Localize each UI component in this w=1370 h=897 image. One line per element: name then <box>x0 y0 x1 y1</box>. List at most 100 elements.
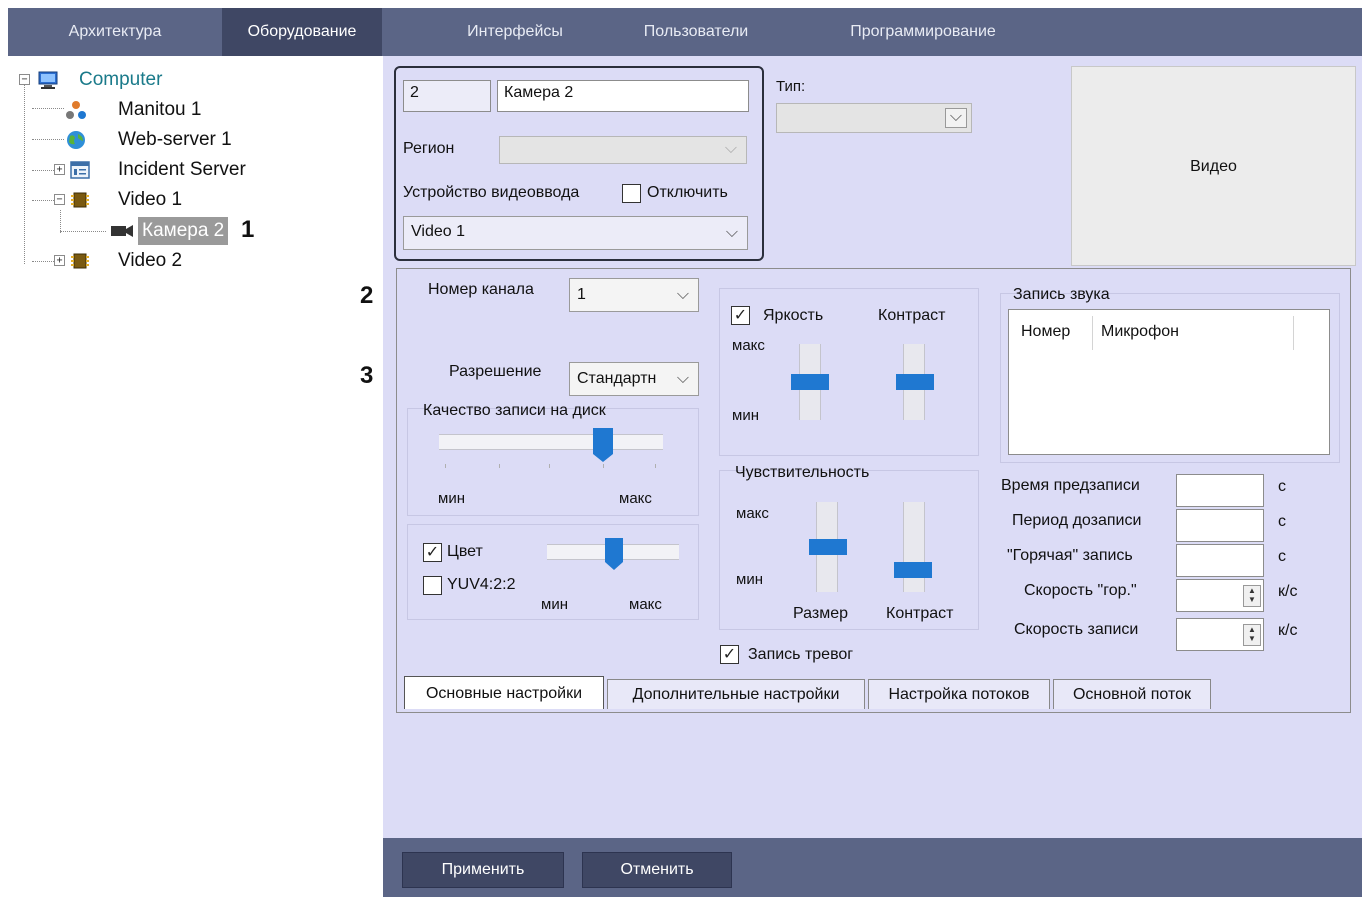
sensitivity-contrast-slider-track[interactable] <box>903 502 925 592</box>
contrast-label: Контраст <box>878 307 946 324</box>
quality-max-label: макс <box>619 490 652 507</box>
record-speed-stepper[interactable]: ▲ ▼ <box>1243 624 1261 646</box>
hot-record-label: "Горячая" запись <box>1007 547 1133 564</box>
nav-tab-interfaces[interactable]: Интерфейсы <box>420 8 610 56</box>
nav-tab-programming[interactable]: Программирование <box>818 8 1028 56</box>
hardware-tree: − Computer Manitou 1 Web-server 1 + Inci… <box>8 56 383 897</box>
device-id-field[interactable]: 2 <box>403 80 491 112</box>
nav-tab-users[interactable]: Пользователи <box>610 8 782 56</box>
prerecord-unit: с <box>1278 478 1286 495</box>
brightness-max-label: макс <box>732 337 765 354</box>
video-button-label: Видео <box>1190 158 1237 175</box>
color-checkbox[interactable]: ✓ <box>423 543 442 562</box>
hot-speed-stepper[interactable]: ▲ ▼ <box>1243 585 1261 607</box>
tab-main-stream[interactable]: Основной поток <box>1053 679 1211 709</box>
record-speed-label: Скорость записи <box>1014 621 1139 638</box>
audio-column-microphone: Микрофон <box>1101 323 1179 340</box>
color-min-label: мин <box>541 596 568 613</box>
nav-tab-architecture[interactable]: Архитектура <box>8 8 222 56</box>
type-select[interactable]: ⌵ <box>776 103 972 133</box>
chevron-down-icon: ⌵ <box>724 140 738 157</box>
quality-label: Качество записи на диск <box>423 402 606 419</box>
alarm-record-checkbox[interactable]: ✓ <box>720 645 739 664</box>
tree-label: Web-server 1 <box>118 129 232 150</box>
settings-tabs: Основные настройки Дополнительные настро… <box>400 676 1340 713</box>
capture-device-label: Устройство видеоввода <box>403 184 580 201</box>
collapse-computer-expander[interactable]: − <box>19 74 30 85</box>
capture-device-select[interactable]: Video 1 ⌵ <box>403 216 748 250</box>
quality-slider-track[interactable] <box>439 434 663 450</box>
channel-label: Номер канала <box>428 281 534 298</box>
resolution-select[interactable]: Стандартн ⌵ <box>569 362 699 396</box>
apply-button[interactable]: Применить <box>402 852 564 888</box>
size-slider-thumb[interactable] <box>809 539 847 555</box>
annotation-marker-2: 2 <box>360 282 374 309</box>
disable-checkbox[interactable] <box>622 184 641 203</box>
postrecord-unit: с <box>1278 513 1286 530</box>
hot-speed-label: Скорость "гор." <box>1024 582 1137 599</box>
globe-icon <box>67 131 85 149</box>
hot-record-unit: с <box>1278 548 1286 565</box>
tab-advanced-settings[interactable]: Дополнительные настройки <box>607 679 865 709</box>
disable-label: Отключить <box>647 184 728 201</box>
device-id-value: 2 <box>410 84 419 101</box>
color-max-label: макс <box>629 596 662 613</box>
brightness-label: Яркость <box>763 307 824 324</box>
audio-table[interactable]: Номер Микрофон <box>1008 309 1330 455</box>
channel-value: 1 <box>577 286 586 303</box>
audio-group-label: Запись звука <box>1013 286 1110 303</box>
prerecord-input[interactable] <box>1176 474 1264 507</box>
alarm-record-label: Запись тревог <box>748 646 854 663</box>
tree-label-selected: Камера 2 <box>138 217 229 245</box>
region-select[interactable]: ⌵ <box>499 136 747 164</box>
annotation-marker-3: 3 <box>360 362 374 389</box>
computer-icon <box>38 71 58 89</box>
channel-select[interactable]: 1 ⌵ <box>569 278 699 312</box>
sensitivity-label: Чувствительность <box>735 464 870 481</box>
color-slider-thumb[interactable] <box>605 538 624 570</box>
tab-stream-settings[interactable]: Настройка потоков <box>868 679 1050 709</box>
hot-speed-input[interactable]: ▲ ▼ <box>1176 579 1264 612</box>
annotation-marker-1: 1 <box>241 216 255 243</box>
postrecord-input[interactable] <box>1176 509 1264 542</box>
expand-video2-expander[interactable]: + <box>54 255 65 266</box>
audio-column-number: Номер <box>1021 323 1071 340</box>
quality-slider-thumb[interactable] <box>592 428 613 462</box>
resolution-value: Стандартн <box>577 370 657 387</box>
record-speed-unit: к/с <box>1278 622 1298 639</box>
brightness-checkbox[interactable]: ✓ <box>731 306 750 325</box>
color-label: Цвет <box>447 543 483 560</box>
expand-incident-server-expander[interactable]: + <box>54 164 65 175</box>
manitou-icon <box>66 101 86 119</box>
incident-server-icon <box>70 161 90 179</box>
capture-device-value: Video 1 <box>411 223 465 240</box>
collapse-video1-expander[interactable]: − <box>54 194 65 205</box>
tree-label: Video 2 <box>118 250 183 271</box>
tab-basic-settings[interactable]: Основные настройки <box>404 676 604 709</box>
nav-tab-equipment[interactable]: Оборудование <box>222 8 382 56</box>
record-speed-input[interactable]: ▲ ▼ <box>1176 618 1264 651</box>
video-button[interactable]: Видео <box>1071 66 1356 266</box>
top-navigation: Архитектура Оборудование Интерфейсы Поль… <box>8 8 1362 56</box>
yuv-checkbox[interactable] <box>423 576 442 595</box>
camera-icon <box>111 225 133 237</box>
device-name-field[interactable]: Камера 2 <box>497 80 749 112</box>
chip-icon <box>71 253 89 269</box>
tree-label: Manitou 1 <box>118 99 202 120</box>
chevron-down-icon: ⌵ <box>945 108 967 128</box>
chevron-down-icon: ⌵ <box>725 224 739 241</box>
brightness-slider-thumb[interactable] <box>791 374 829 390</box>
tree-label: Video 1 <box>118 189 183 210</box>
hot-record-input[interactable] <box>1176 544 1264 577</box>
sensitivity-contrast-slider-thumb[interactable] <box>894 561 932 578</box>
resolution-label: Разрешение <box>449 363 542 380</box>
chip-icon <box>71 192 89 208</box>
cancel-button[interactable]: Отменить <box>582 852 732 888</box>
sensitivity-contrast-label: Контраст <box>886 605 954 622</box>
yuv-label: YUV4:2:2 <box>447 576 516 593</box>
size-label: Размер <box>793 605 848 622</box>
tree-label: Computer <box>79 69 163 90</box>
contrast-slider-thumb[interactable] <box>896 374 934 390</box>
chevron-down-icon: ⌵ <box>676 370 690 387</box>
settings-panel: 2 Камера 2 Регион ⌵ Устройство видеоввод… <box>383 56 1362 897</box>
